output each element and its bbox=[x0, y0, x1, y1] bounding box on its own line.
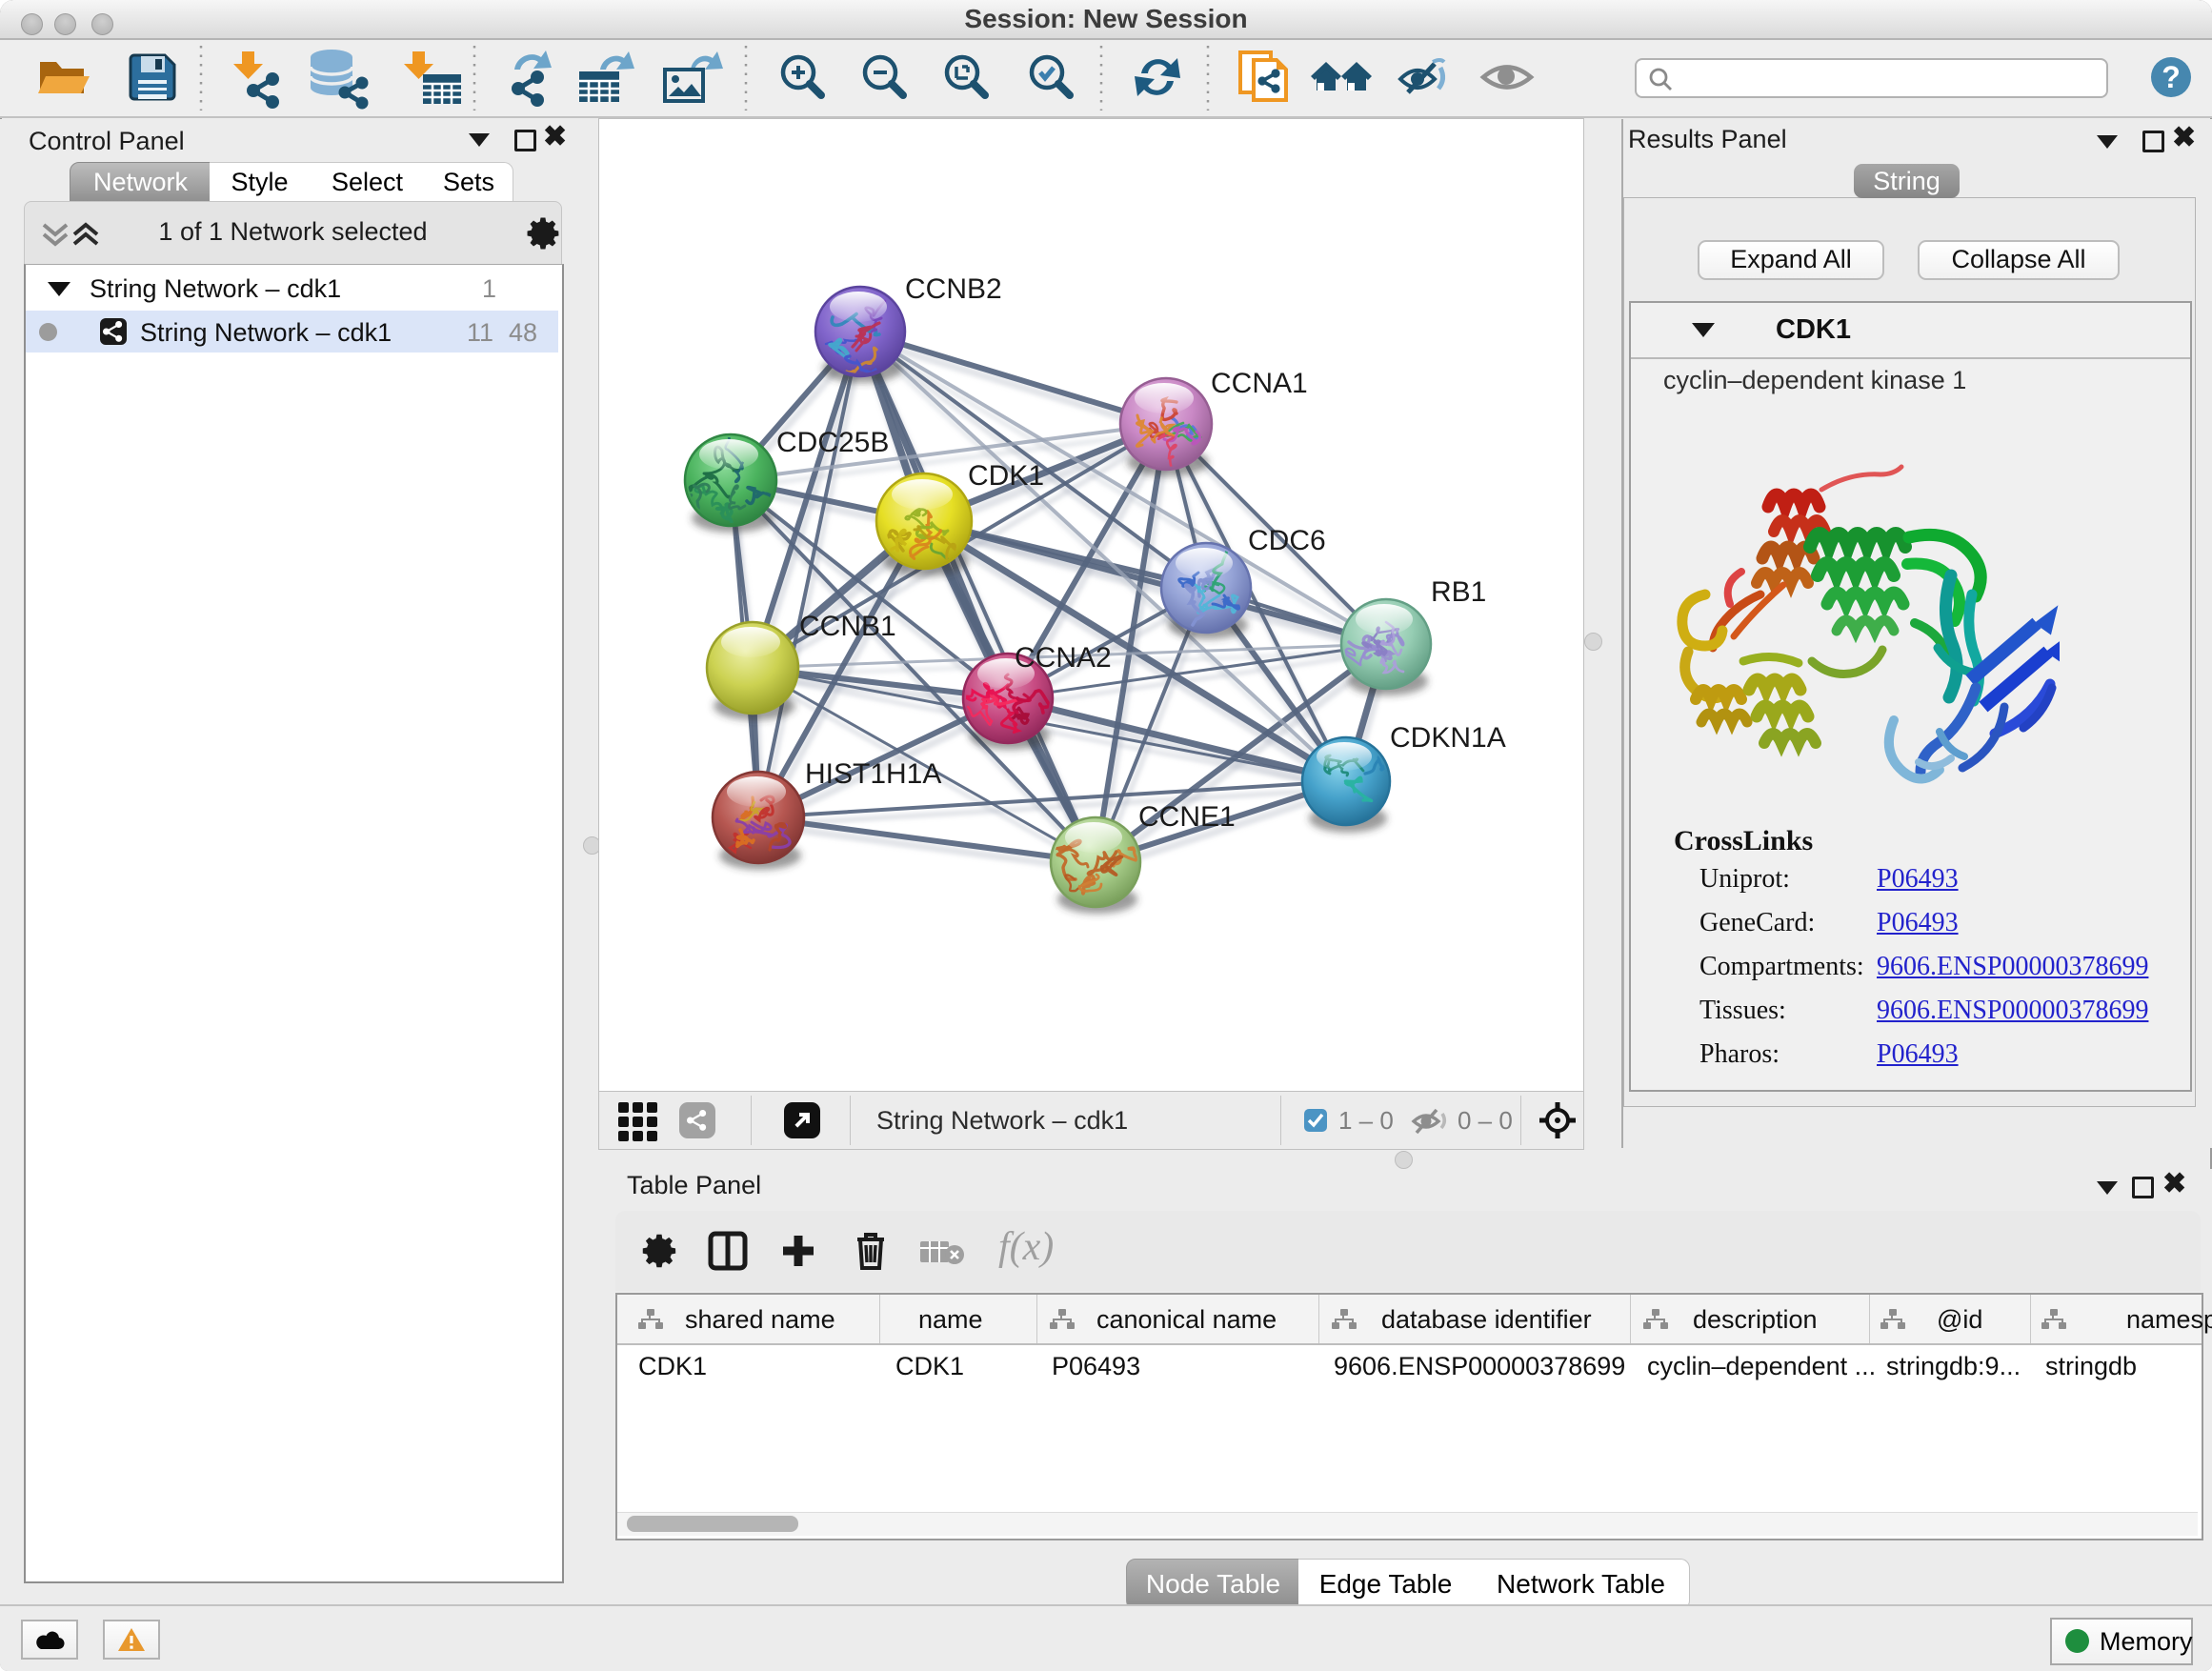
svg-text:CCNB2: CCNB2 bbox=[905, 273, 1002, 305]
svg-text:CDC25B: CDC25B bbox=[776, 427, 889, 458]
svg-text:CDK1: CDK1 bbox=[968, 460, 1044, 492]
svg-text:CDC6: CDC6 bbox=[1248, 525, 1326, 556]
svg-text:CCNB1: CCNB1 bbox=[799, 611, 896, 642]
svg-text:CDKN1A: CDKN1A bbox=[1390, 722, 1506, 754]
svg-text:CCNA1: CCNA1 bbox=[1211, 368, 1308, 399]
svg-text:RB1: RB1 bbox=[1431, 576, 1486, 608]
svg-text:CCNA2: CCNA2 bbox=[1015, 642, 1112, 674]
svg-text:HIST1H1A: HIST1H1A bbox=[805, 758, 941, 790]
svg-text:CCNE1: CCNE1 bbox=[1138, 801, 1236, 833]
